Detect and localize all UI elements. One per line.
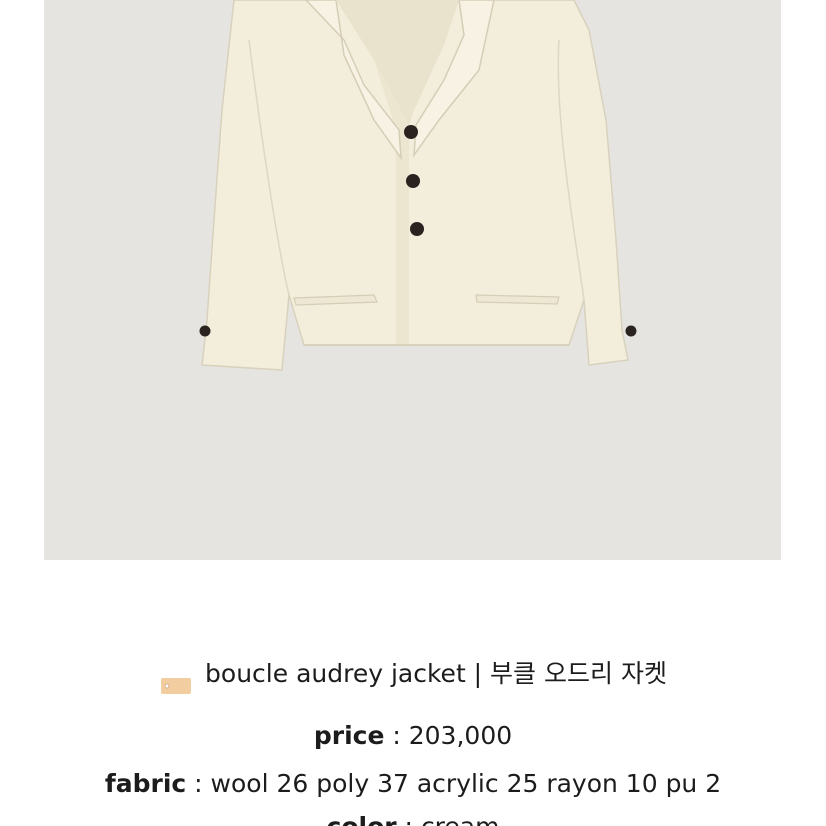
fabric-line: fabric : wool 26 poly 37 acrylic 25 rayo… (0, 760, 826, 808)
jacket-illustration (199, 0, 637, 371)
color-value: cream (421, 812, 500, 826)
fabric-value: wool 26 poly 37 acrylic 25 rayon 10 pu 2 (210, 769, 722, 798)
fabric-label: fabric (104, 769, 187, 798)
fabric-separator: : (186, 769, 211, 798)
price-line: price : 203,000 (0, 712, 826, 760)
color-label: color (327, 812, 397, 826)
tag-icon (159, 664, 193, 694)
product-page: boucle audrey jacket | 부클 오드리 자켓 price :… (0, 0, 826, 826)
price-value: 203,000 (408, 721, 513, 750)
price-separator: : (384, 721, 409, 750)
color-line: color : cream (0, 812, 826, 826)
product-name: boucle audrey jacket | 부클 오드리 자켓 (205, 659, 667, 688)
product-name-line: boucle audrey jacket | 부클 오드리 자켓 (0, 650, 826, 712)
color-separator: : (397, 812, 421, 826)
product-image[interactable] (44, 0, 781, 560)
price-label: price (313, 721, 385, 750)
product-info: boucle audrey jacket | 부클 오드리 자켓 price :… (0, 650, 826, 808)
